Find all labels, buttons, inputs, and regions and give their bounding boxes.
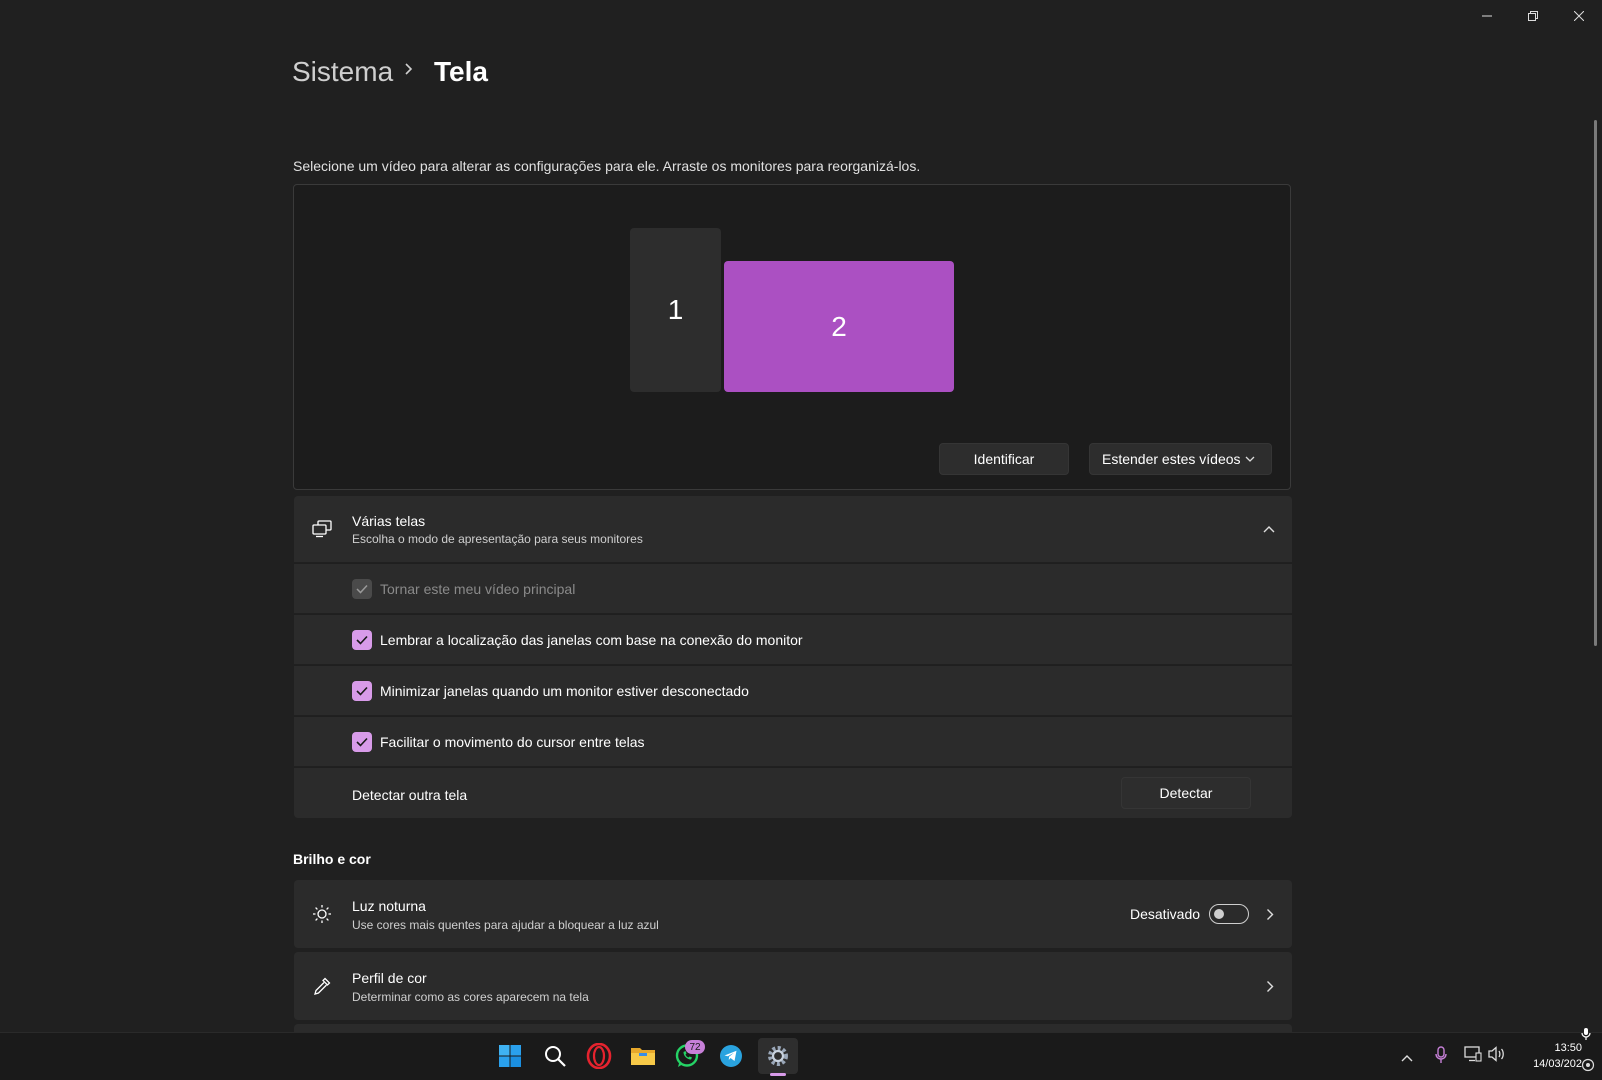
display-mode-value: Estender estes vídeos bbox=[1102, 451, 1241, 467]
chevron-up-icon[interactable] bbox=[1263, 525, 1275, 533]
windows-start-icon[interactable] bbox=[494, 1040, 526, 1072]
minimize-windows-label: Minimizar janelas quando um monitor esti… bbox=[380, 683, 749, 699]
toggle-knob bbox=[1214, 909, 1224, 919]
minimize-windows-checkbox[interactable] bbox=[352, 681, 372, 701]
detect-display-row: Detectar outra tela Detectar bbox=[294, 767, 1292, 818]
chevron-up-icon[interactable] bbox=[1401, 1049, 1413, 1067]
opera-icon[interactable] bbox=[583, 1040, 615, 1072]
arrange-hint: Selecione um vídeo para alterar as confi… bbox=[293, 158, 921, 174]
option-row-primary[interactable]: Tornar este meu vídeo principal bbox=[294, 563, 1292, 613]
option-row-remember-windows[interactable]: Lembrar a localização das janelas com ba… bbox=[294, 614, 1292, 664]
multiple-displays-header[interactable]: Várias telas Escolha o modo de apresenta… bbox=[294, 496, 1292, 562]
monitor-2[interactable]: 2 bbox=[724, 261, 954, 392]
volume-icon[interactable] bbox=[1488, 1046, 1506, 1067]
whatsapp-badge: 72 bbox=[685, 1040, 705, 1054]
next-setting-row[interactable] bbox=[294, 1024, 1292, 1032]
night-light-state: Desativado bbox=[1130, 906, 1201, 922]
monitor-2-label: 2 bbox=[831, 310, 847, 342]
identify-button[interactable]: Identificar bbox=[939, 443, 1069, 475]
night-light-subtitle: Use cores mais quentes para ajudar a blo… bbox=[352, 918, 659, 932]
minimize-icon bbox=[1482, 15, 1492, 17]
telegram-icon[interactable] bbox=[715, 1040, 747, 1072]
brightness-section-title: Brilho e cor bbox=[293, 851, 371, 867]
eyedropper-icon bbox=[314, 977, 331, 995]
settings-active-indicator bbox=[770, 1073, 786, 1076]
night-light-row[interactable]: Luz noturna Use cores mais quentes para … bbox=[294, 880, 1292, 948]
cursor-movement-label: Facilitar o movimento do cursor entre te… bbox=[380, 734, 645, 750]
color-profile-subtitle: Determinar como as cores aparecem na tel… bbox=[352, 990, 589, 1004]
remember-windows-checkbox[interactable] bbox=[352, 630, 372, 650]
restore-button[interactable] bbox=[1510, 0, 1556, 32]
checkmark-icon bbox=[356, 584, 368, 594]
display-mode-dropdown[interactable]: Estender estes vídeos bbox=[1089, 443, 1272, 475]
scrollbar-thumb[interactable] bbox=[1594, 120, 1597, 646]
color-profile-row[interactable]: Perfil de cor Determinar como as cores a… bbox=[294, 952, 1292, 1020]
taskbar-time[interactable]: 13:50 bbox=[1528, 1042, 1582, 1054]
color-profile-title: Perfil de cor bbox=[352, 970, 427, 986]
file-explorer-icon[interactable] bbox=[627, 1040, 659, 1072]
restore-icon bbox=[1528, 11, 1538, 21]
monitor-1[interactable]: 1 bbox=[630, 228, 721, 392]
display-arrangement-panel: 1 2 Identificar Estender estes vídeos bbox=[293, 184, 1291, 490]
network-icon[interactable] bbox=[1464, 1046, 1482, 1067]
detect-display-label: Detectar outra tela bbox=[352, 787, 468, 803]
night-light-title: Luz noturna bbox=[352, 898, 426, 914]
multiple-displays-subtitle: Escolha o modo de apresentação para seus… bbox=[352, 532, 643, 546]
option-row-cursor-movement[interactable]: Facilitar o movimento do cursor entre te… bbox=[294, 716, 1292, 766]
microphone-icon[interactable] bbox=[1435, 1046, 1447, 1069]
breadcrumb-parent[interactable]: Sistema bbox=[292, 56, 393, 88]
checkmark-icon bbox=[356, 737, 368, 747]
option-row-minimize-windows[interactable]: Minimizar janelas quando um monitor esti… bbox=[294, 665, 1292, 715]
taskbar bbox=[0, 1032, 1602, 1080]
settings-icon[interactable] bbox=[758, 1038, 798, 1074]
checkmark-icon bbox=[356, 635, 368, 645]
close-icon bbox=[1574, 11, 1584, 21]
page-title: Tela bbox=[434, 56, 488, 87]
night-light-toggle[interactable] bbox=[1209, 904, 1249, 924]
multiple-displays-title: Várias telas bbox=[352, 513, 426, 529]
minimize-button[interactable] bbox=[1464, 0, 1510, 32]
primary-display-checkbox[interactable] bbox=[352, 579, 372, 599]
checkmark-icon bbox=[356, 686, 368, 696]
monitor-1-label: 1 bbox=[667, 294, 684, 325]
brightness-icon bbox=[313, 905, 331, 923]
detect-button[interactable]: Detectar bbox=[1121, 777, 1251, 809]
search-icon[interactable] bbox=[539, 1040, 571, 1072]
close-button[interactable] bbox=[1556, 0, 1602, 32]
detect-button-label: Detectar bbox=[1159, 785, 1213, 801]
breadcrumb-chevron-icon bbox=[404, 62, 414, 81]
chevron-right-icon[interactable] bbox=[1266, 908, 1274, 921]
focus-icon[interactable] bbox=[1581, 1058, 1595, 1077]
mic-indicator-icon bbox=[1581, 1027, 1591, 1046]
chevron-down-icon bbox=[1245, 456, 1255, 462]
taskbar-date[interactable]: 14/03/202 bbox=[1520, 1058, 1582, 1070]
chevron-right-icon[interactable] bbox=[1266, 980, 1274, 993]
cursor-movement-checkbox[interactable] bbox=[352, 732, 372, 752]
identify-button-label: Identificar bbox=[973, 451, 1035, 467]
remember-windows-label: Lembrar a localização das janelas com ba… bbox=[380, 632, 803, 648]
primary-display-label: Tornar este meu vídeo principal bbox=[380, 581, 576, 597]
multiple-displays-icon bbox=[312, 520, 332, 538]
